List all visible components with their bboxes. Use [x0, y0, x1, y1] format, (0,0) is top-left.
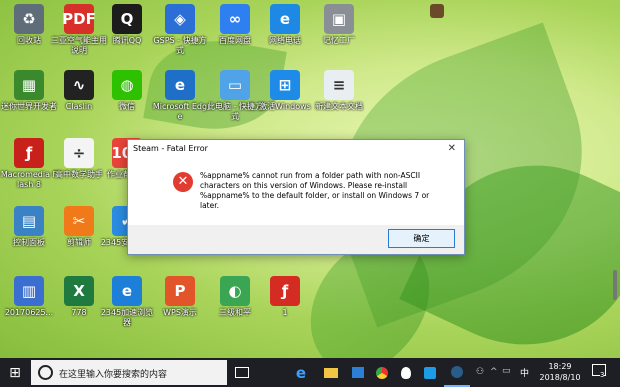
clock[interactable]: 18:29 2018/8/10 [538, 361, 582, 383]
desktop-icon-label: WPS演示 [163, 308, 197, 317]
calculator-icon: ÷ [64, 138, 94, 168]
task-view-button[interactable] [229, 358, 255, 387]
desktop-icon-label: 网络电话 [269, 36, 301, 45]
taskbar: ⊞ 在这里输入你要搜索的内容 e ⚇ ^ ▭ 中 18:29 2018/8/10… [0, 358, 620, 387]
recycle-bin-icon: ♻ [14, 4, 44, 34]
show-hidden-icons[interactable]: ^ [490, 367, 498, 377]
desktop-icon[interactable]: e 网络电话 [256, 4, 314, 46]
error-icon: ✕ [173, 172, 193, 192]
windows-icon: ⊞ [270, 70, 300, 100]
flash-file-icon: ƒ [270, 276, 300, 306]
chrome-icon [376, 366, 388, 379]
notification-count: 3 [600, 371, 605, 379]
search-placeholder: 在这里输入你要搜索的内容 [59, 370, 168, 380]
people-icon[interactable]: ⚇ [476, 367, 484, 377]
file-explorer-button[interactable] [318, 358, 344, 387]
desktop-icon[interactable]: ⊞ 激活Windows [256, 70, 314, 112]
desktop-icon[interactable]: ▣ 记忆工厂 [310, 4, 368, 46]
desktop-icon-label: GSPS - 快捷方式 [153, 36, 207, 55]
pdf-icon: PDF [62, 4, 96, 34]
desktop-icon[interactable]: Q 腾讯QQ [98, 4, 156, 46]
desktop-icon[interactable]: P WPS演示 [151, 276, 209, 318]
wechat-icon: ◍ [112, 70, 142, 100]
flash-icon: ƒ [14, 138, 44, 168]
baidu-netdisk-icon: ∞ [220, 4, 250, 34]
excel-icon: X [64, 276, 94, 306]
desktop-icon-label: 2345加速浏览器 [100, 308, 154, 327]
browser-icon: e [112, 276, 142, 306]
archive-icon: ▥ [14, 276, 44, 306]
close-icon[interactable]: ✕ [448, 143, 456, 154]
qq-penguin-icon: Q [112, 4, 142, 34]
qq-taskbar-button[interactable] [394, 358, 418, 387]
folder-icon [324, 367, 338, 378]
network-icon[interactable]: ▭ [502, 366, 511, 376]
game-icon: ◐ [220, 276, 250, 306]
text-document-icon: ≡ [324, 70, 354, 100]
app-icon [424, 366, 436, 379]
dialog-footer: 确定 [128, 225, 464, 254]
desktop-icon-label: 激活Windows [259, 102, 311, 111]
search-box[interactable]: 在这里输入你要搜索的内容 [31, 360, 227, 385]
scroll-handle[interactable] [613, 270, 617, 300]
desktop-icon[interactable]: e Microsoft Edge [151, 70, 209, 122]
desktop-icon-label: 微信 [119, 102, 135, 111]
claslin-icon: ∿ [64, 70, 94, 100]
clock-time: 18:29 [548, 362, 572, 371]
error-message: %appname% cannot run from a folder path … [200, 171, 430, 210]
penguin-icon [401, 366, 411, 379]
desktop-icon-label: 1 [282, 308, 288, 317]
ie-browser-icon: e [270, 4, 300, 34]
desktop-icon[interactable]: ƒ1 [256, 276, 314, 318]
desktop-icon[interactable]: ◈ GSPS - 快捷方式 [151, 4, 209, 56]
desktop-icon[interactable]: ≡ 新建文本文档 [310, 70, 368, 112]
steam-icon [451, 365, 463, 378]
memory-factory-icon: ▣ [324, 4, 354, 34]
desktop-icon[interactable]: e 2345加速浏览器 [98, 276, 156, 328]
dialog-body: ✕ %appname% cannot run from a folder pat… [128, 159, 464, 225]
chrome-button[interactable] [370, 358, 394, 387]
control-panel-icon: ▤ [14, 206, 44, 236]
edge-icon: e [295, 363, 307, 382]
fatal-error-dialog: Steam - Fatal Error ✕ ✕ %appname% cannot… [127, 139, 465, 255]
task-view-icon [235, 367, 249, 378]
desktop-icon-label: Microsoft Edge [152, 102, 208, 121]
desktop-icon-label: 腾讯QQ [112, 36, 142, 45]
steam-taskbar-button[interactable] [444, 358, 470, 387]
mini-world-icon: ▦ [14, 70, 44, 100]
this-pc-icon: ▭ [220, 70, 250, 100]
desktop-icon-label: 新建文本文档 [315, 102, 363, 111]
edge-icon: e [165, 70, 195, 100]
windows-logo-icon: ⊞ [9, 364, 21, 381]
desktop-icon[interactable]: ◍ 微信 [98, 70, 156, 112]
clock-date: 2018/8/10 [539, 373, 581, 382]
store-button[interactable] [346, 358, 370, 387]
camera-icon[interactable] [430, 4, 444, 18]
store-icon [352, 367, 364, 378]
ime-indicator[interactable]: 中 [520, 366, 529, 379]
edge-taskbar-button[interactable]: e [288, 358, 314, 387]
cortana-icon [38, 365, 53, 380]
start-button[interactable]: ⊞ [0, 358, 30, 387]
dialog-title: Steam - Fatal Error [133, 144, 208, 153]
app-taskbar-button[interactable] [418, 358, 442, 387]
scissors-icon: ✂ [64, 206, 94, 236]
desktop-icon-label: 记忆工厂 [323, 36, 355, 45]
action-center-button[interactable]: 3 [592, 364, 606, 379]
ok-button[interactable]: 确定 [388, 229, 455, 248]
wps-presentation-icon: P [165, 276, 195, 306]
gsps-icon: ◈ [165, 4, 195, 34]
